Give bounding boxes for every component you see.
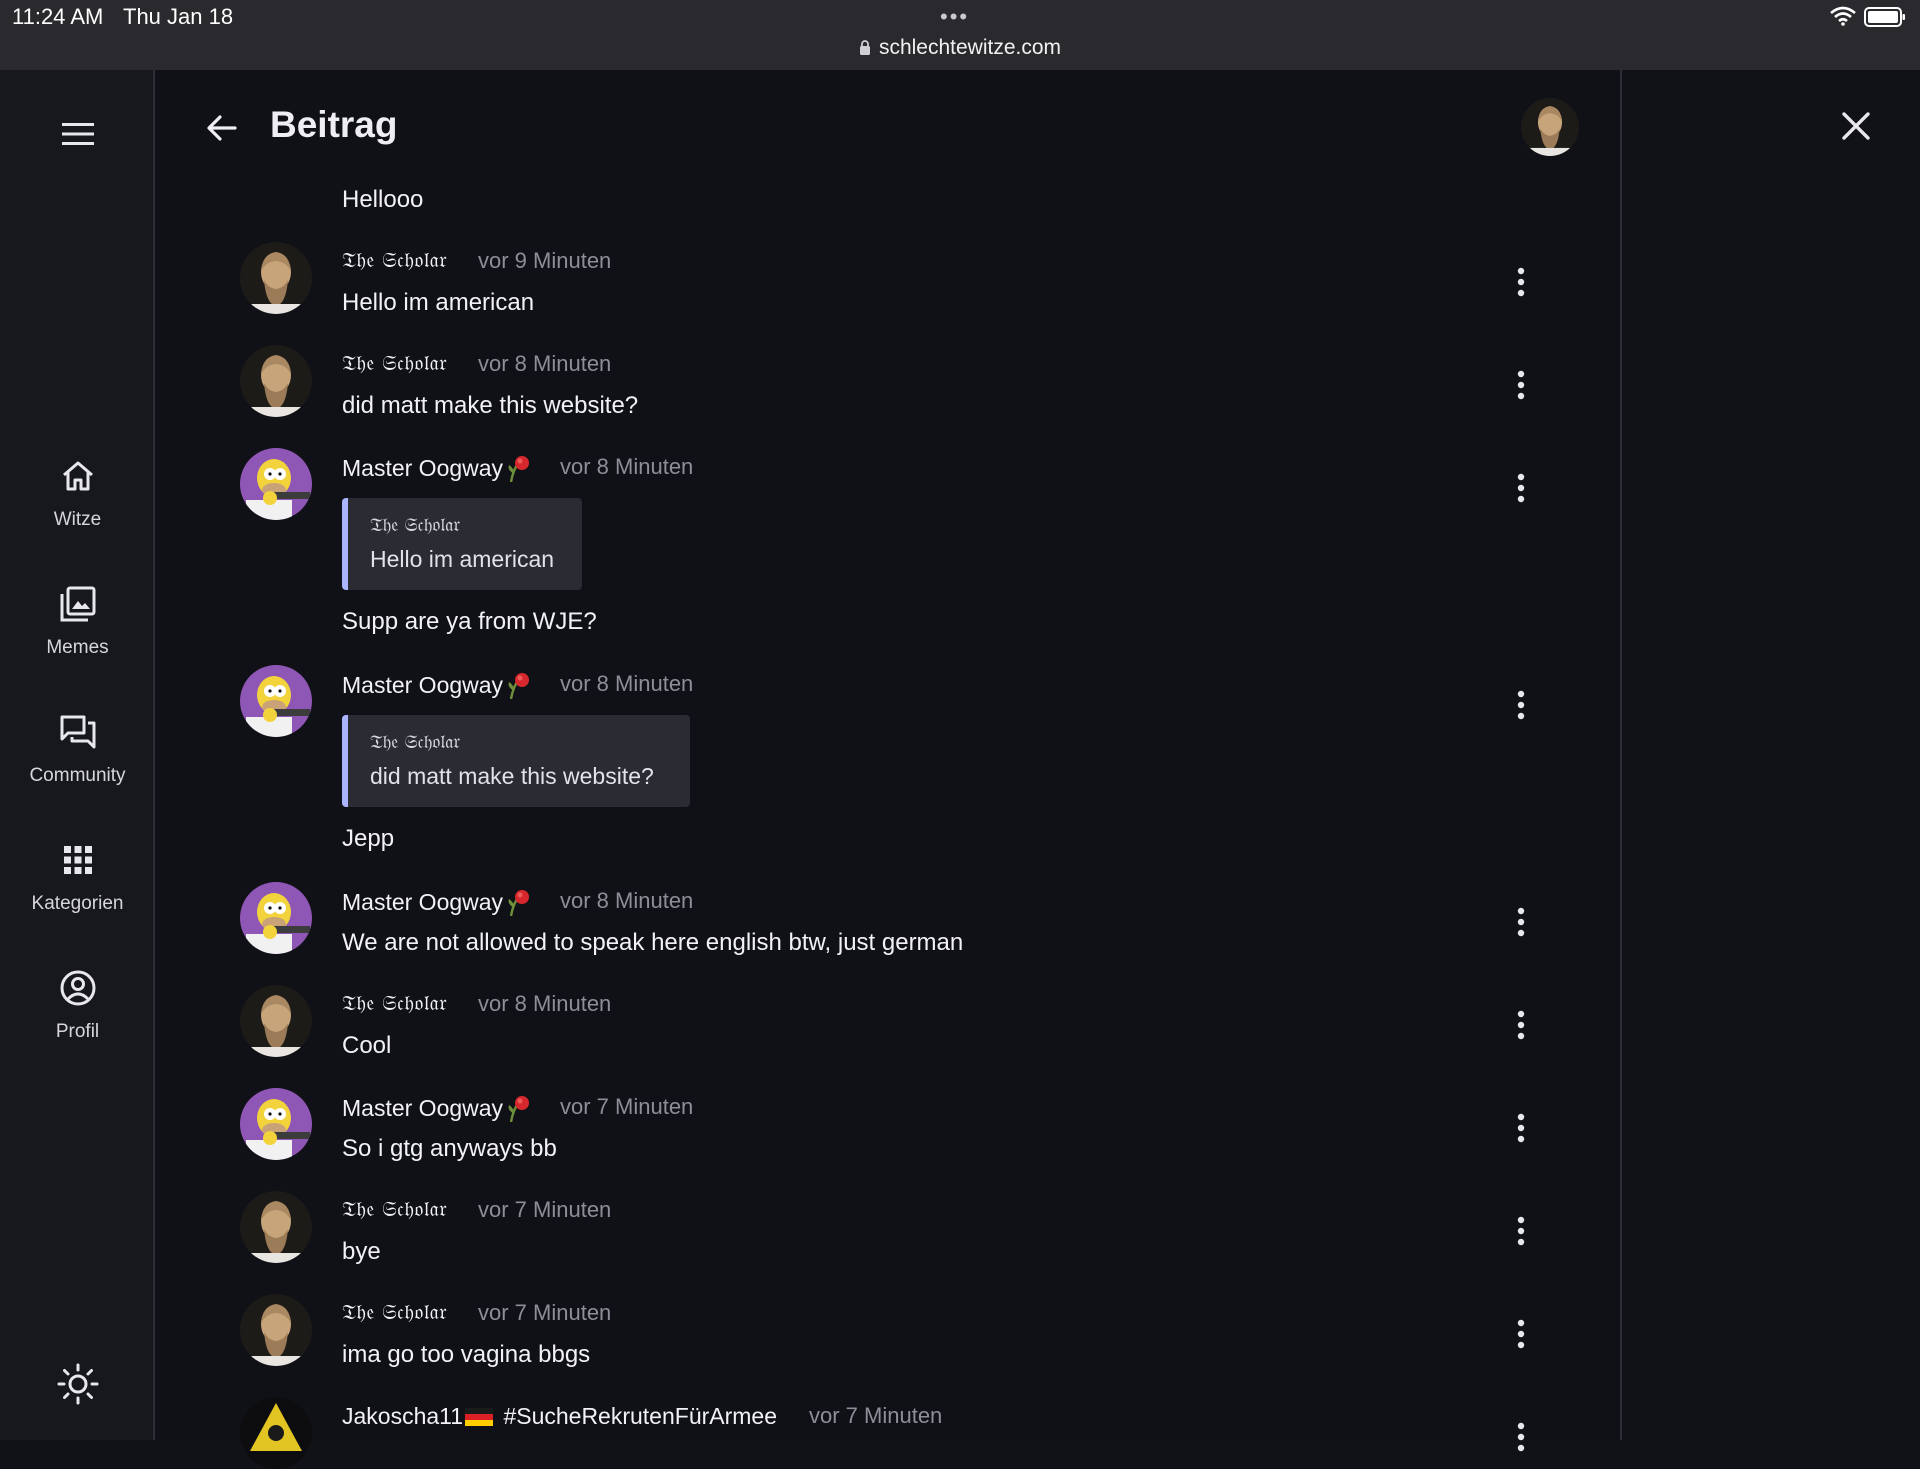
multitasking-dots[interactable]: •••	[940, 4, 969, 30]
back-arrow-icon[interactable]	[202, 108, 242, 148]
quote-author: 𝔗𝔥𝔢 𝔖𝔠𝔥𝔬𝔩𝔞𝔯	[370, 514, 461, 536]
message-text: did matt make this website?	[342, 392, 639, 419]
author-name-text: Master Oogway	[342, 1095, 504, 1121]
more-options-icon[interactable]	[1511, 1111, 1531, 1145]
message-timestamp: vor 7 Minuten	[560, 1094, 694, 1119]
nav-label-profil: Profil	[55, 1021, 100, 1042]
author-avatar[interactable]	[240, 1088, 312, 1160]
nav-label-witze: Witze	[53, 509, 102, 530]
author-avatar[interactable]	[240, 1397, 312, 1469]
author-avatar[interactable]	[240, 448, 312, 520]
author-hashtag: #SucheRekrutenFürArmee	[503, 1403, 778, 1429]
flower-emoji-icon	[505, 454, 531, 482]
nav-label-kategorien: Kategorien	[31, 893, 124, 914]
author-name[interactable]: 𝔗𝔥𝔢 𝔖𝔠𝔥𝔬𝔩𝔞𝔯	[342, 351, 447, 376]
author-avatar[interactable]	[240, 1191, 312, 1263]
author-name[interactable]: Master Oogway	[342, 671, 531, 699]
image-gallery-icon	[60, 586, 95, 622]
author-avatar[interactable]	[240, 242, 312, 314]
close-icon[interactable]	[1838, 108, 1874, 144]
german-flag-icon	[465, 1408, 494, 1426]
status-time: 11:24 AM	[12, 4, 104, 29]
chat-icon	[60, 715, 95, 749]
author-name-text: Jakoscha11	[342, 1403, 464, 1429]
battery-icon	[1864, 7, 1905, 27]
account-circle-icon	[60, 970, 95, 1006]
message-timestamp: vor 8 Minuten	[478, 351, 612, 376]
brightness-icon[interactable]	[56, 1362, 100, 1406]
author-name[interactable]: Master Oogway	[342, 454, 531, 482]
quote-text: did matt make this website?	[370, 763, 654, 789]
nav-item-kategorien[interactable]: Kategorien	[0, 841, 155, 951]
message-text: Hellooo	[342, 186, 424, 213]
nav-item-witze[interactable]: Witze	[0, 457, 155, 567]
author-name[interactable]: 𝔗𝔥𝔢 𝔖𝔠𝔥𝔬𝔩𝔞𝔯	[342, 1197, 447, 1222]
nav-item-memes[interactable]: Memes	[0, 585, 155, 695]
nav-item-community[interactable]: Community	[0, 713, 155, 823]
message-timestamp: vor 8 Minuten	[560, 888, 694, 913]
more-options-icon[interactable]	[1511, 905, 1531, 939]
message-timestamp: vor 8 Minuten	[560, 671, 694, 696]
author-name-text: Master Oogway	[342, 455, 504, 481]
message-text: So i gtg anyways bb	[342, 1135, 557, 1162]
message-text: We are not allowed to speak here english…	[342, 929, 964, 956]
author-avatar[interactable]	[240, 1294, 312, 1366]
home-icon	[62, 461, 93, 491]
author-name[interactable]: Master Oogway	[342, 1094, 531, 1122]
author-name-text: Master Oogway	[342, 672, 504, 698]
author-avatar[interactable]	[240, 345, 312, 417]
message-text: bye	[342, 1238, 381, 1265]
nav-label-community: Community	[29, 765, 126, 786]
quoted-message[interactable]: 𝔗𝔥𝔢 𝔖𝔠𝔥𝔬𝔩𝔞𝔯 Hello im american	[342, 498, 582, 590]
flower-emoji-icon	[505, 1094, 531, 1122]
author-name[interactable]: 𝔗𝔥𝔢 𝔖𝔠𝔥𝔬𝔩𝔞𝔯	[342, 248, 447, 273]
nav-label-memes: Memes	[46, 637, 109, 658]
address-bar[interactable]: schlechtewitze.com	[0, 36, 1920, 60]
apps-grid-icon	[63, 846, 92, 874]
flower-emoji-icon	[505, 888, 531, 916]
author-name[interactable]: 𝔗𝔥𝔢 𝔖𝔠𝔥𝔬𝔩𝔞𝔯	[342, 991, 447, 1016]
lock-icon	[859, 40, 870, 55]
quote-text: Hello im american	[370, 546, 555, 572]
author-name[interactable]: 𝔗𝔥𝔢 𝔖𝔠𝔥𝔬𝔩𝔞𝔯	[342, 1300, 447, 1325]
post-thread-panel: Beitrag Hellooo 𝔗𝔥𝔢 𝔖𝔠𝔥𝔬𝔩𝔞𝔯 vor 9 Minute…	[157, 70, 1622, 1469]
author-avatar[interactable]	[240, 665, 312, 737]
status-bar: 11:24 AM Thu Jan 18 ••• schlechtewitze.c…	[0, 0, 1920, 70]
hamburger-menu-icon[interactable]	[58, 114, 98, 154]
status-date: Thu Jan 18	[123, 4, 234, 29]
wifi-icon	[1830, 6, 1856, 26]
message-text: Jepp	[342, 825, 395, 852]
author-avatar[interactable]	[240, 882, 312, 954]
message-text: Hello im american	[342, 289, 535, 316]
more-options-icon[interactable]	[1511, 688, 1531, 722]
quoted-message[interactable]: 𝔗𝔥𝔢 𝔖𝔠𝔥𝔬𝔩𝔞𝔯 did matt make this website?	[342, 715, 690, 807]
more-options-icon[interactable]	[1511, 1317, 1531, 1351]
user-avatar[interactable]	[1521, 98, 1579, 156]
message-timestamp: vor 7 Minuten	[478, 1300, 612, 1325]
more-options-icon[interactable]	[1511, 1214, 1531, 1248]
message-text: Supp are ya from WJE?	[342, 608, 597, 635]
more-options-icon[interactable]	[1511, 1008, 1531, 1042]
message-text: Cool	[342, 1032, 392, 1059]
author-avatar[interactable]	[240, 985, 312, 1057]
more-options-icon[interactable]	[1511, 471, 1531, 505]
navigation-rail: Witze Memes Community Kategorien Profil	[0, 70, 155, 1440]
more-options-icon[interactable]	[1511, 265, 1531, 299]
message-timestamp: vor 8 Minuten	[560, 454, 694, 479]
more-options-icon[interactable]	[1511, 1420, 1531, 1454]
flower-emoji-icon	[505, 671, 531, 699]
quote-author: 𝔗𝔥𝔢 𝔖𝔠𝔥𝔬𝔩𝔞𝔯	[370, 731, 461, 753]
more-options-icon[interactable]	[1511, 368, 1531, 402]
message-timestamp: vor 7 Minuten	[478, 1197, 612, 1222]
author-name[interactable]: Jakoscha11 #SucheRekrutenFürArmee	[342, 1403, 777, 1430]
author-name-text: Master Oogway	[342, 889, 504, 915]
message-text: ima go too vagina bbgs	[342, 1341, 591, 1368]
nav-item-profil[interactable]: Profil	[0, 969, 155, 1079]
author-name[interactable]: Master Oogway	[342, 888, 531, 916]
message-timestamp: vor 9 Minuten	[478, 248, 612, 273]
url-text: schlechtewitze.com	[878, 36, 1062, 59]
page-title: Beitrag	[270, 104, 398, 145]
message-timestamp: vor 8 Minuten	[478, 991, 612, 1016]
message-timestamp: vor 7 Minuten	[809, 1403, 943, 1428]
